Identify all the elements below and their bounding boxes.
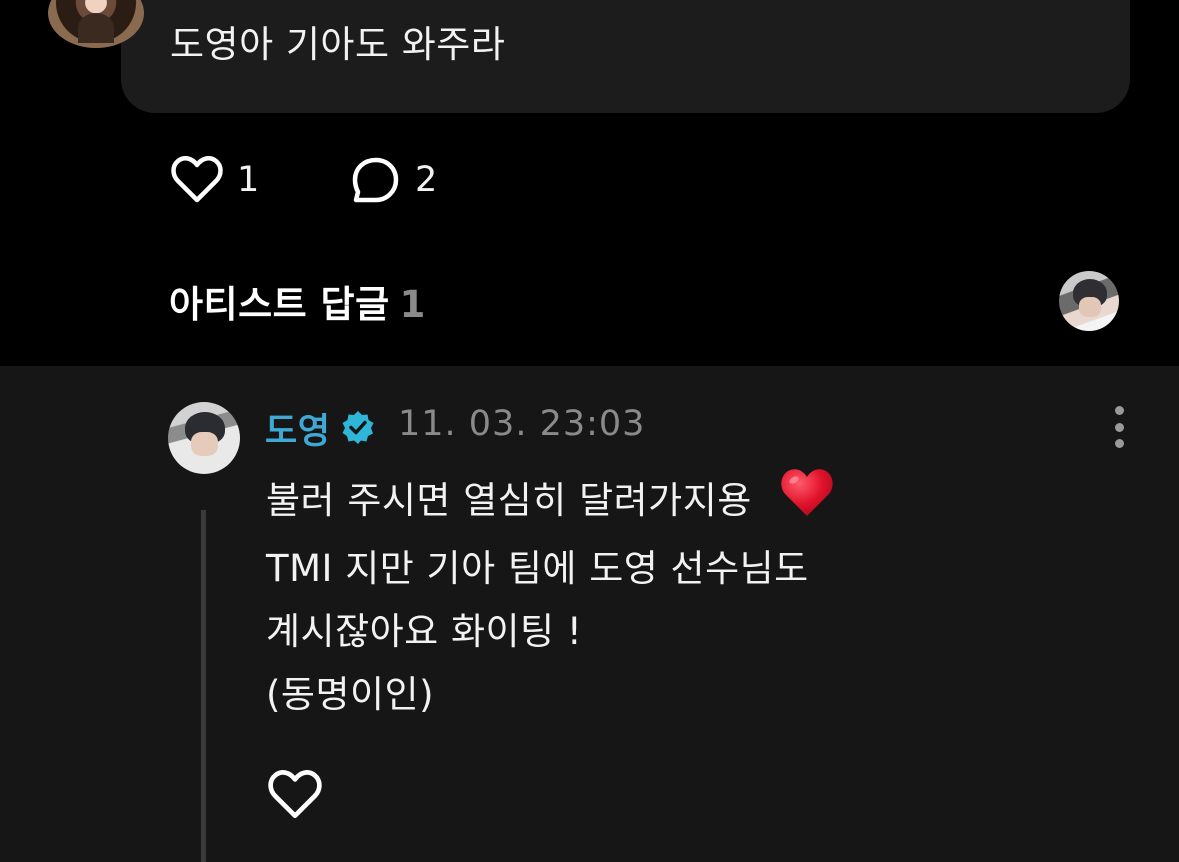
- reply-line: 불러 주시면 열심히 달려가지용: [266, 479, 752, 522]
- artist-replies-header[interactable]: 아티스트 답글 1: [169, 274, 426, 328]
- comment-like-button[interactable]: 1: [171, 156, 259, 204]
- verified-badge-icon: [342, 411, 374, 444]
- more-vertical-icon[interactable]: [1106, 404, 1132, 450]
- comment-text: 도영아 기아도 와주라: [170, 23, 506, 66]
- thread-line: [201, 510, 206, 862]
- artist-reply-avatar[interactable]: [1059, 271, 1119, 331]
- red-heart-emoji: [780, 468, 834, 537]
- reply-count: 2: [415, 160, 438, 200]
- speech-bubble-icon: [352, 157, 399, 203]
- reply-line: (동명이인): [266, 673, 435, 716]
- artist-reply-body: 불러 주시면 열심히 달려가지용 TMI 지만 기아 팀에 도영 선수님도 계시…: [266, 468, 834, 726]
- comment-thread-screen: 도영아 기아도 와주라 1 2 아티스트 답글 1 도영 11. 03. 23:0…: [0, 0, 1179, 862]
- like-count: 1: [237, 160, 260, 200]
- reply-like-button[interactable]: [268, 770, 322, 820]
- heart-outline-icon: [268, 770, 322, 819]
- artist-replies-title: 아티스트 답글: [169, 283, 390, 326]
- artist-avatar[interactable]: [168, 402, 240, 474]
- reply-line: TMI 지만 기아 팀에 도영 선수님도: [266, 547, 809, 590]
- heart-outline-icon: [171, 156, 223, 203]
- reply-line: 계시잖아요 화이팅 !: [266, 610, 583, 653]
- reply-timestamp: 11. 03. 23:03: [398, 404, 646, 444]
- artist-name[interactable]: 도영: [265, 403, 330, 454]
- artist-replies-count: 1: [399, 283, 426, 326]
- comment-reply-button[interactable]: 2: [351, 156, 437, 204]
